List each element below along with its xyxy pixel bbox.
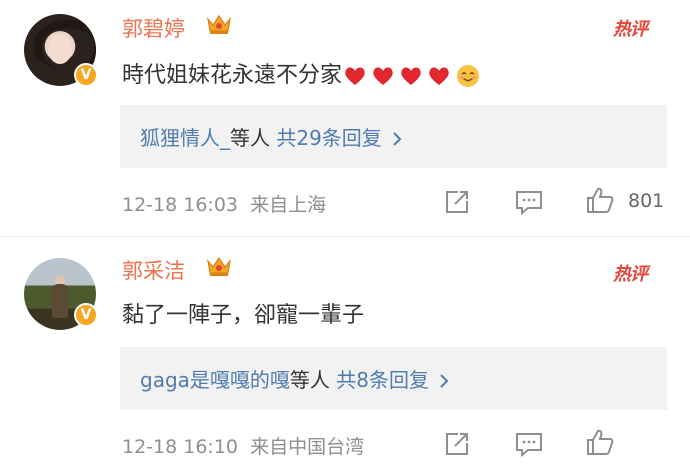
comment-text: 時代姐妹花永遠不分家	[122, 57, 480, 89]
reply-count-link[interactable]: 共8条回复	[336, 368, 429, 392]
reply-user-link[interactable]: 狐狸情人_	[140, 126, 230, 150]
heart-icon	[373, 66, 393, 85]
share-icon[interactable]	[442, 187, 472, 217]
hot-comment-badge: 热评	[613, 264, 648, 285]
reply-summary[interactable]: 狐狸情人_等人 共29条回复	[120, 105, 667, 168]
like-icon[interactable]	[585, 427, 615, 457]
crown-icon	[207, 14, 231, 34]
crown-icon	[207, 256, 231, 276]
comment-time: 12-18 16:03	[122, 194, 239, 216]
verified-badge-icon: V	[74, 303, 98, 327]
hot-comment-badge: 热评	[613, 19, 648, 40]
reply-middle: 等人	[289, 368, 330, 392]
heart-icon	[429, 66, 449, 85]
heart-icon	[345, 66, 365, 85]
reply-count-link[interactable]: 共29条回复	[276, 126, 381, 150]
comment-text: 黏了一陣子，卻寵一輩子	[122, 303, 365, 328]
comment-meta: 12-18 16:10 来自中国台湾	[122, 432, 364, 459]
heart-icon	[401, 66, 421, 85]
share-icon[interactable]	[442, 429, 472, 459]
comment-icon[interactable]	[514, 187, 544, 217]
comment-time: 12-18 16:10	[122, 436, 239, 458]
comment-item: V 郭碧婷 热评 時代姐妹花永遠不分家 狐狸情人_等人 共29条回复 12-18…	[0, 0, 690, 236]
comment-source: 来自中国台湾	[250, 436, 365, 458]
comment-item: V 郭采洁 热评 黏了一陣子，卻寵一輩子 gaga是嘎嘎的嘎等人 共8条回复 1…	[0, 236, 690, 468]
reply-user-link[interactable]: gaga是嘎嘎的嘎	[140, 368, 290, 392]
comment-icon[interactable]	[514, 429, 544, 459]
chevron-right-icon	[440, 374, 449, 388]
like-icon[interactable]	[585, 185, 615, 215]
comment-source: 来自上海	[250, 194, 327, 216]
smile-icon	[457, 64, 480, 87]
reply-summary[interactable]: gaga是嘎嘎的嘎等人 共8条回复	[120, 347, 667, 410]
username[interactable]: 郭碧婷	[122, 13, 185, 43]
comment-meta: 12-18 16:03 来自上海	[122, 190, 326, 217]
verified-badge-icon: V	[74, 63, 98, 87]
like-count: 801	[628, 190, 665, 212]
username[interactable]: 郭采洁	[122, 255, 185, 285]
reply-middle: 等人	[230, 126, 270, 150]
chevron-right-icon	[393, 132, 402, 146]
